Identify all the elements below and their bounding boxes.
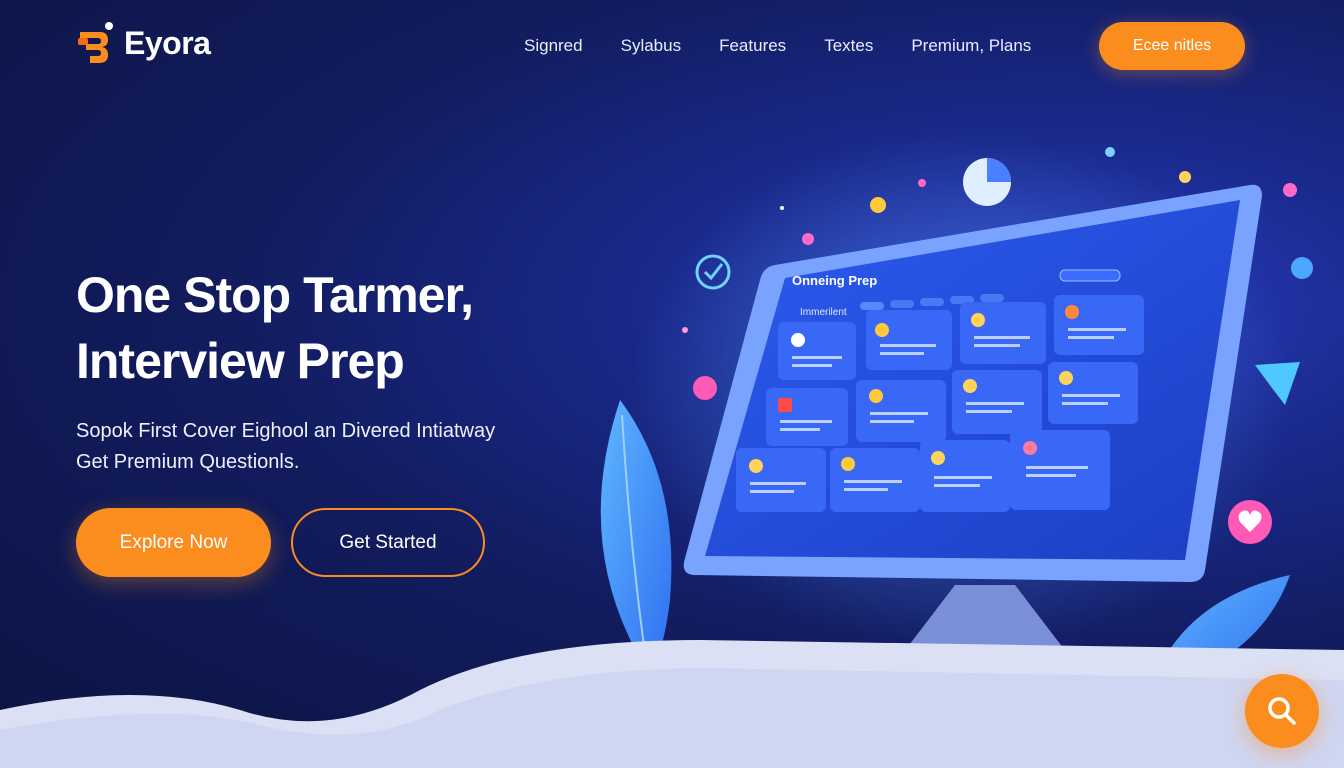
get-started-button[interactable]: Get Started — [291, 508, 485, 577]
brand-name: Eyora — [124, 24, 211, 61]
top-nav: Eyora Signred Sylabus Features Textes Pr… — [0, 0, 1344, 95]
nav-link-signred[interactable]: Signred — [524, 36, 583, 56]
nav-link-textes[interactable]: Textes — [824, 36, 873, 56]
eyora-logo-icon — [78, 22, 113, 63]
hero-subtitle: Sopok First Cover Eighool an Divered Int… — [76, 416, 495, 478]
nav-link-features[interactable]: Features — [719, 36, 786, 56]
nav-link-sylabus[interactable]: Sylabus — [621, 36, 681, 56]
hero-subtitle-line-1: Sopok First Cover Eighool an Divered Int… — [76, 420, 496, 442]
explore-now-button[interactable]: Explore Now — [76, 508, 271, 577]
screen-tab-label: Immerilent — [800, 307, 847, 318]
screen-title: Onneing Prep — [792, 273, 877, 288]
brand-logo[interactable]: Eyora — [76, 20, 211, 66]
nav-link-premium-plans[interactable]: Premium, Plans — [911, 36, 1031, 56]
hero-title-line-1: One Stop Tarmer, — [76, 267, 474, 323]
nav-cta-button[interactable]: Ecee nitles — [1099, 22, 1245, 70]
hero-subtitle-line-2: Get Premium Questionls. — [76, 451, 300, 473]
nav-links: Signred Sylabus Features Textes Premium,… — [524, 36, 1069, 56]
search-fab-button[interactable] — [1245, 674, 1319, 748]
ground-surface — [0, 640, 1344, 768]
hero-title: One Stop Tarmer, Interview Prep — [76, 262, 474, 394]
hero-title-line-2: Interview Prep — [76, 333, 405, 389]
search-icon — [1268, 697, 1296, 725]
